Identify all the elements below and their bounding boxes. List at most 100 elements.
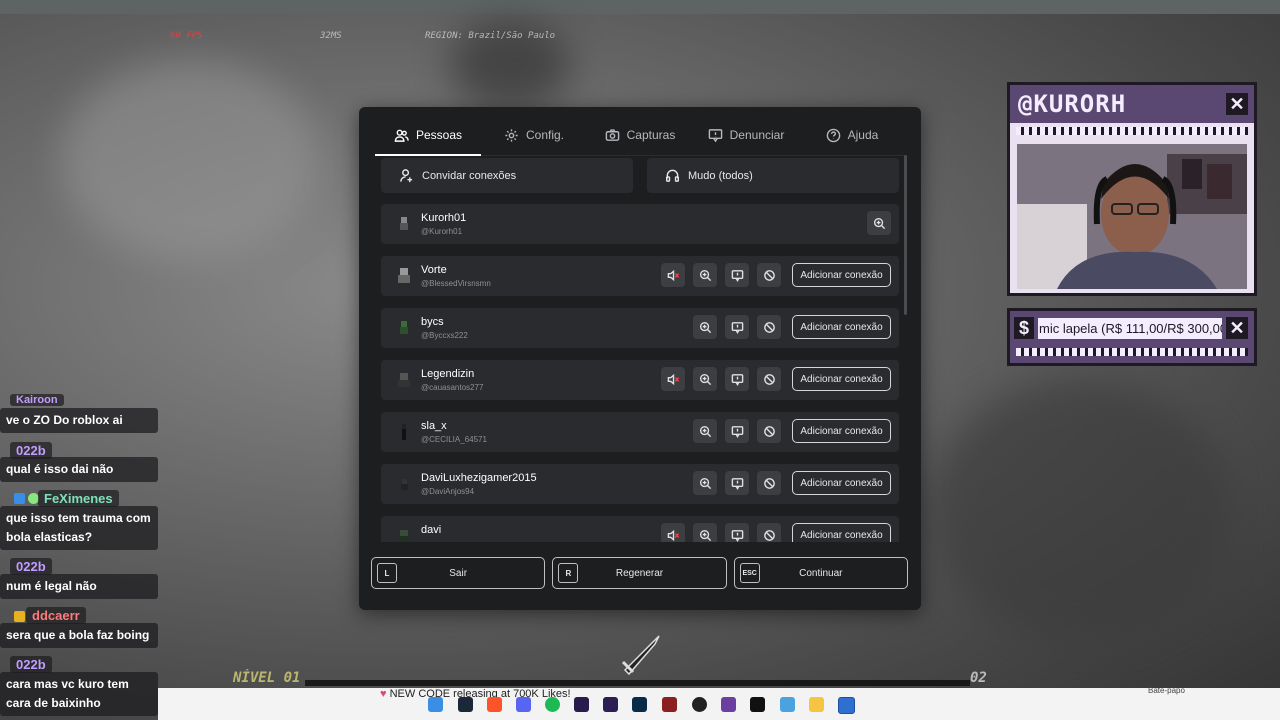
add-connection-button[interactable]: Adicionar conexão [792, 263, 891, 287]
resume-game-button[interactable]: ESC Continuar [733, 557, 908, 589]
app-icon[interactable] [750, 697, 765, 712]
block-icon [763, 269, 775, 281]
player-handle: @CECILIA_64571 [421, 435, 487, 444]
player-handle: @BlessedVirsnsmn [421, 279, 491, 288]
brave-browser-icon[interactable] [487, 697, 502, 712]
report-flag-icon [731, 321, 743, 334]
roblox-icon[interactable] [838, 697, 855, 714]
keybind-hint: R [558, 563, 579, 583]
inspect-button[interactable] [867, 211, 891, 235]
block-icon [763, 321, 775, 333]
tab-pessoas[interactable]: Pessoas [375, 115, 481, 156]
player-avatar [402, 424, 406, 440]
block-icon [763, 373, 775, 385]
player-row-buttons: Adicionar conexão [693, 315, 891, 339]
ticker-text: NEW CODE releasing at 700K Likes! [389, 688, 571, 700]
mute-all-button[interactable]: Mudo (todos) [647, 158, 899, 193]
block-button[interactable] [757, 471, 781, 495]
report-button[interactable] [725, 315, 749, 339]
keybind-hint: ESC [739, 563, 760, 583]
zoom-icon [699, 529, 711, 541]
mute-player-button[interactable] [661, 367, 685, 391]
block-button[interactable] [757, 367, 781, 391]
steam-icon[interactable] [458, 697, 473, 712]
player-handle: @cauasantos277 [421, 383, 484, 392]
windows-start-icon[interactable] [428, 697, 443, 712]
report-button[interactable] [725, 367, 749, 391]
block-button[interactable] [757, 315, 781, 339]
tab-label: Ajuda [847, 128, 879, 142]
speaker-muted-icon [667, 269, 679, 281]
decorative-stripe [1016, 127, 1248, 135]
block-button[interactable] [757, 523, 781, 542]
inspect-button[interactable] [693, 471, 717, 495]
reset-character-button[interactable]: R Regenerar [552, 557, 727, 589]
report-button[interactable] [725, 471, 749, 495]
zoom-icon [699, 321, 711, 333]
help-icon [826, 128, 840, 142]
add-connection-button[interactable]: Adicionar conexão [792, 367, 891, 391]
report-flag-icon [731, 529, 743, 542]
mute-player-button[interactable] [661, 263, 685, 287]
webcam-header: @KURORH ✕ [1010, 85, 1254, 123]
tab-capturas[interactable]: Capturas [587, 115, 693, 155]
player-row: bycs @Byccxs222 Adicionar conexão [381, 308, 899, 348]
likes-ticker: ♥ NEW CODE releasing at 700K Likes! [380, 688, 571, 700]
sword-icon [621, 635, 660, 676]
inspect-button[interactable] [693, 263, 717, 287]
background-fog [60, 60, 320, 260]
tab-ajuda[interactable]: Ajuda [799, 115, 905, 155]
premiere-icon[interactable] [574, 697, 589, 712]
webcam-image [1017, 144, 1247, 289]
xp-bar [305, 680, 970, 686]
add-person-icon [400, 169, 413, 183]
after-effects-icon[interactable] [603, 697, 618, 712]
discord-icon[interactable] [516, 697, 531, 712]
app-icon[interactable] [662, 697, 677, 712]
region-label: REGION: Brazil/São Paulo [425, 31, 556, 41]
zoom-icon [699, 425, 711, 437]
add-connection-button[interactable]: Adicionar conexão [792, 523, 891, 542]
player-row: Vorte @BlessedVirsnsmn Adicionar conexão [381, 256, 899, 296]
close-x-icon: ✕ [1226, 317, 1248, 339]
photoshop-icon[interactable] [632, 697, 647, 712]
donation-goal-panel: $ mic lapela (R$ 111,00/R$ 300,00 ✕ [1007, 308, 1257, 366]
report-button[interactable] [725, 419, 749, 443]
mute-player-button[interactable] [661, 523, 685, 542]
report-flag-icon [731, 269, 743, 282]
windows-taskbar [158, 688, 1280, 720]
zoom-icon [699, 269, 711, 281]
report-button[interactable] [725, 523, 749, 542]
heart-icon: ♥ [380, 688, 390, 700]
folder-icon[interactable] [809, 697, 824, 712]
spotify-icon[interactable] [545, 697, 560, 712]
app-icon[interactable] [721, 697, 736, 712]
chat-username: FeXimenes [38, 490, 119, 507]
report-button[interactable] [725, 263, 749, 287]
player-row: sla_x @CECILIA_64571 Adicionar conexão [381, 412, 899, 452]
player-avatar [398, 373, 410, 387]
player-row-buttons: Adicionar conexão [661, 367, 891, 391]
people-actions: Convidar conexões Mudo (todos) [381, 158, 899, 193]
player-row-buttons: Adicionar conexão [693, 471, 891, 495]
invite-connections-button[interactable]: Convidar conexões [381, 158, 633, 193]
obs-icon[interactable] [692, 697, 707, 712]
block-button[interactable] [757, 263, 781, 287]
decorative-stripe [1016, 348, 1248, 356]
inspect-button[interactable] [693, 523, 717, 542]
add-connection-button[interactable]: Adicionar conexão [792, 419, 891, 443]
tab-config[interactable]: Config. [481, 115, 587, 155]
player-row: DaviLuxhezigamer2015 @DaviAnjos94 Adicio… [381, 464, 899, 504]
add-connection-button[interactable]: Adicionar conexão [792, 471, 891, 495]
player-list-scrollbar[interactable] [904, 155, 907, 315]
block-button[interactable] [757, 419, 781, 443]
add-connection-button[interactable]: Adicionar conexão [792, 315, 891, 339]
tab-denunciar[interactable]: Denunciar [693, 115, 799, 155]
player-avatar [399, 530, 409, 542]
inspect-button[interactable] [693, 367, 717, 391]
app-icon[interactable] [780, 697, 795, 712]
leave-game-button[interactable]: L Sair [371, 557, 546, 589]
inspect-button[interactable] [693, 315, 717, 339]
inspect-button[interactable] [693, 419, 717, 443]
prime-badge-icon [14, 493, 25, 504]
